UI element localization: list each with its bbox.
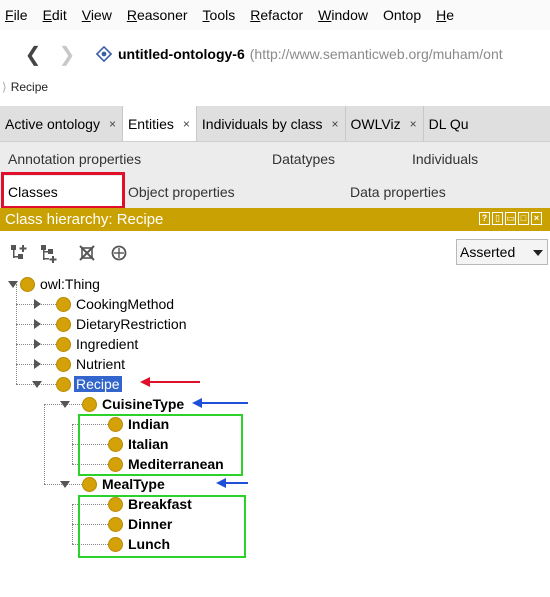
- menu-file[interactable]: File: [0, 0, 28, 30]
- menu-view-mnemonic: V: [81, 7, 91, 23]
- close-icon[interactable]: ×: [183, 117, 190, 131]
- menu-window[interactable]: Window: [313, 0, 368, 30]
- hierarchy-mode-value: Asserted: [460, 244, 516, 260]
- add-subclass-icon[interactable]: [8, 242, 30, 264]
- breadcrumb: ⟩ Recipe: [0, 78, 48, 96]
- menu-refactor-mnemonic: R: [250, 7, 261, 23]
- subtab-data-properties[interactable]: Data properties: [350, 184, 446, 200]
- blue-arrow-icon: [216, 478, 248, 488]
- menu-view-label: iew: [90, 7, 112, 23]
- add-sibling-class-icon[interactable]: [38, 242, 60, 264]
- subtab-datatypes[interactable]: Datatypes: [272, 151, 335, 167]
- maximize-icon[interactable]: □: [518, 212, 529, 225]
- menu-file-label: ile: [13, 7, 28, 23]
- target-search-icon[interactable]: [108, 242, 130, 264]
- menu-ontop-label: Ontop: [382, 7, 422, 23]
- menu-window-label: indow: [331, 7, 368, 23]
- tab-label: Entities: [127, 115, 174, 132]
- menu-edit-label: dit: [51, 7, 67, 23]
- split-horizontal-icon[interactable]: ▭: [505, 212, 516, 225]
- delete-class-icon[interactable]: [76, 242, 98, 264]
- menu-help-label: e: [446, 7, 455, 23]
- breadcrumb-separator-icon: ⟩: [2, 80, 7, 94]
- back-arrow-icon[interactable]: ❮: [20, 42, 46, 66]
- menu-reasoner-mnemonic: R: [126, 7, 137, 23]
- annotation-arrows: [140, 377, 248, 488]
- menu-tools-mnemonic: T: [202, 7, 210, 23]
- menu-view[interactable]: View: [77, 0, 112, 30]
- menu-bar: File Edit View Reasoner Tools Refactor W…: [0, 0, 550, 30]
- close-view-icon[interactable]: ×: [531, 212, 542, 225]
- subtab-annotation-properties[interactable]: Annotation properties: [8, 151, 141, 167]
- subtab-individuals[interactable]: Individuals: [412, 151, 478, 167]
- tab-label: Individuals by class: [201, 115, 323, 132]
- menu-tools-label: ools: [209, 7, 236, 23]
- split-vertical-icon[interactable]: ▯: [492, 212, 503, 225]
- help-icon[interactable]: ?: [479, 212, 490, 225]
- menu-refactor[interactable]: Refactor: [245, 0, 303, 30]
- tab-dl-query[interactable]: DL Qu: [424, 106, 475, 141]
- chevron-down-icon: [533, 250, 543, 256]
- close-icon[interactable]: ×: [410, 117, 417, 131]
- menu-reasoner-label: easoner: [136, 7, 188, 23]
- ontology-name[interactable]: untitled-ontology-6: [118, 46, 245, 62]
- menu-help-mnemonic: H: [436, 7, 447, 23]
- breadcrumb-recipe[interactable]: Recipe: [11, 80, 48, 94]
- menu-edit[interactable]: Edit: [38, 0, 67, 30]
- menu-edit-mnemonic: E: [42, 7, 52, 23]
- tab-label: DL Qu: [428, 115, 469, 132]
- menu-reasoner[interactable]: Reasoner: [122, 0, 188, 30]
- tab-individuals-by-class[interactable]: Individuals by class ×: [197, 106, 346, 141]
- view-title: Class hierarchy: Recipe: [5, 211, 164, 228]
- forward-arrow-icon[interactable]: ❯: [54, 42, 80, 66]
- menu-ontop[interactable]: Ontop: [378, 0, 421, 30]
- ontology-diamond-icon: [95, 45, 113, 63]
- class-tree: owl:Thing CookingMethod DietaryRestricti…: [0, 272, 550, 597]
- tab-owlviz[interactable]: OWLViz ×: [346, 106, 424, 141]
- subtab-object-properties[interactable]: Object properties: [128, 184, 235, 200]
- menu-refactor-label: efactor: [260, 7, 304, 23]
- close-icon[interactable]: ×: [332, 117, 339, 131]
- navigation-bar: ❮ ❯ untitled-ontology-6 (http://www.sema…: [0, 38, 550, 70]
- ontology-iri: (http://www.semanticweb.org/muham/ont: [249, 46, 503, 62]
- menu-window-mnemonic: W: [318, 7, 332, 23]
- tab-label: Active ontology: [5, 115, 100, 132]
- class-hierarchy-header: Class hierarchy: Recipe ? ▯ ▭ □ ×: [0, 208, 550, 231]
- menu-file-mnemonic: F: [5, 7, 14, 23]
- hierarchy-mode-select[interactable]: Asserted: [456, 239, 548, 265]
- blue-arrow-icon: [192, 398, 248, 408]
- view-controls: ? ▯ ▭ □ ×: [479, 212, 542, 225]
- workspace-tabs: Active ontology × Entities × Individuals b…: [0, 106, 550, 142]
- menu-help[interactable]: He: [431, 0, 454, 30]
- classes-highlight-box: [1, 172, 125, 209]
- tab-entities[interactable]: Entities ×: [122, 106, 197, 141]
- menu-tools[interactable]: Tools: [198, 0, 236, 30]
- close-icon[interactable]: ×: [109, 117, 116, 131]
- tab-active-ontology[interactable]: Active ontology ×: [0, 106, 123, 141]
- tab-label: OWLViz: [350, 115, 401, 132]
- red-arrow-icon: [140, 377, 200, 387]
